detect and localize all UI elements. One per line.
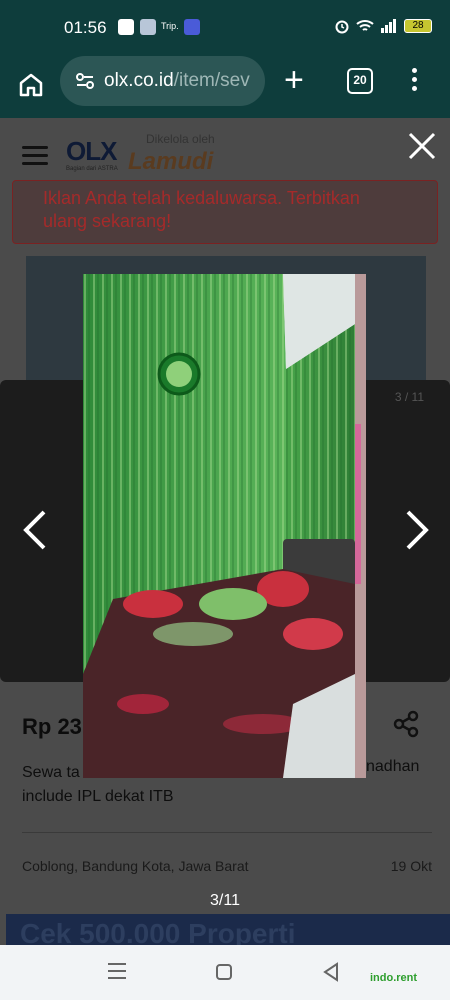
price: Rp 23 [22, 714, 82, 739]
watermark-text: indo.rent [370, 972, 418, 984]
site-settings-icon[interactable] [74, 70, 96, 92]
new-tab-button[interactable]: + [284, 63, 304, 97]
olx-logo[interactable]: OLX [66, 136, 117, 167]
recent-apps-icon[interactable] [108, 963, 126, 984]
olx-logo-subtitle: Bagian dari ASTRA [66, 166, 118, 172]
listing-photo[interactable] [83, 274, 366, 778]
signal-icon [381, 19, 396, 33]
location: Coblong, Bandung Kota, Jawa Barat [22, 858, 249, 874]
close-icon[interactable] [404, 128, 440, 164]
wifi-icon [356, 20, 374, 31]
post-date: 19 Okt [390, 858, 432, 874]
system-home-icon[interactable] [216, 964, 232, 980]
description-line-2: include IPL dekat ITB [22, 788, 174, 805]
home-icon[interactable] [16, 70, 46, 100]
url-path: /item/sev [173, 70, 250, 91]
description-start: Sewa ta [22, 764, 80, 781]
back-icon[interactable] [322, 962, 340, 982]
system-navigation-bar: indo.rent [0, 945, 450, 1000]
previous-image-icon[interactable] [20, 508, 50, 552]
shopping-icon [118, 19, 134, 35]
description-end: nadhan [366, 758, 420, 775]
tab-switcher-button[interactable]: 20 [347, 68, 373, 94]
status-time: 01:56 [64, 18, 107, 37]
managed-by-label: Dikelola oleh [146, 132, 215, 146]
room-photo-illustration [83, 274, 366, 778]
expired-alert[interactable]: Iklan Anda telah kedaluwarsa. Terbitkan … [12, 180, 438, 244]
battery-indicator: 28 [404, 19, 432, 33]
alarm-icon [335, 20, 349, 34]
status-bar: 01:56 Trip. 28 [0, 0, 450, 56]
site-header: OLX Bagian dari ASTRA Dikelola oleh Lamu… [0, 118, 450, 188]
carousel-counter: 3 / 11 [394, 390, 424, 404]
next-image-icon[interactable] [402, 508, 432, 552]
trip-label: Trip. [161, 21, 179, 31]
cloud-icon [184, 19, 200, 35]
lamudi-logo: Lamudi [128, 148, 214, 175]
url-bar[interactable]: olx.co.id/item/sev [60, 56, 265, 106]
menu-icon[interactable] [22, 146, 48, 170]
more-menu-icon[interactable] [412, 68, 418, 95]
browser-toolbar: olx.co.id/item/sev + 20 [0, 56, 450, 118]
divider [22, 832, 432, 833]
share-icon[interactable] [392, 710, 420, 738]
bottom-ad-banner[interactable]: Cek 500.000 Properti [6, 914, 450, 945]
url-host: olx.co.id [104, 70, 174, 91]
contact-icon [140, 19, 156, 35]
image-counter: 3/11 [210, 892, 240, 909]
